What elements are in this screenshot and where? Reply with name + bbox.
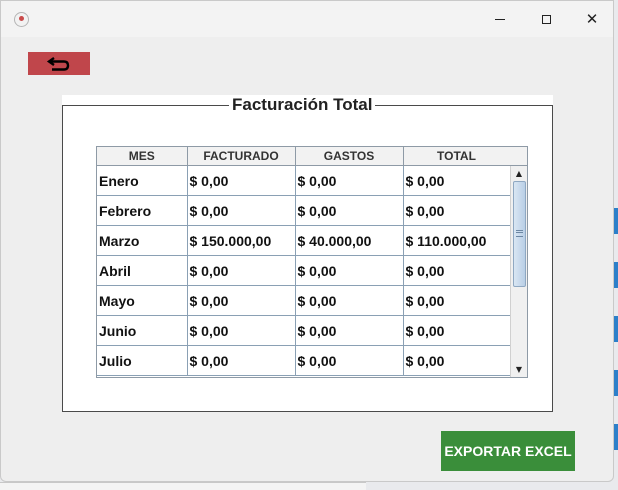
table-cell[interactable]: $ 150.000,00 (187, 225, 296, 256)
background-strip (614, 316, 618, 342)
table-cell[interactable]: $ 0,00 (403, 315, 511, 346)
app-window: ✕ Facturación Total MES FACTURADO GASTOS… (0, 0, 614, 482)
table-cell[interactable]: $ 110.000,00 (403, 225, 511, 256)
table-cell[interactable]: Abril (97, 255, 188, 286)
table-cell[interactable]: $ 0,00 (187, 315, 296, 346)
minimize-icon (495, 18, 505, 20)
background-strip (614, 370, 618, 396)
table-cell[interactable]: $ 0,00 (403, 195, 511, 226)
maximize-icon (541, 14, 551, 24)
table-cell[interactable]: $ 0,00 (403, 165, 511, 196)
table-cell[interactable]: $ 40.000,00 (295, 225, 404, 256)
table-cell[interactable]: $ 0,00 (403, 255, 511, 286)
table-cell[interactable]: Junio (97, 315, 188, 346)
table-row[interactable]: Julio $ 0,00 $ 0,00 $ 0,00 (97, 345, 511, 376)
scroll-down-arrow-icon[interactable]: ▼ (511, 362, 527, 377)
table-row[interactable]: Junio $ 0,00 $ 0,00 $ 0,00 (97, 315, 511, 346)
table-cell[interactable]: $ 0,00 (295, 165, 404, 196)
column-header-facturado[interactable]: FACTURADO (187, 147, 296, 166)
scrollbar-thumb[interactable] (513, 181, 526, 287)
billing-grid: MES FACTURADO GASTOS TOTAL Enero $ 0,00 … (97, 147, 511, 376)
column-header-total[interactable]: TOTAL (403, 147, 511, 166)
background-strip (614, 262, 618, 288)
column-header-gastos[interactable]: GASTOS (295, 147, 404, 166)
close-button[interactable]: ✕ (569, 1, 615, 37)
back-arrow-icon (46, 56, 70, 71)
title-bar[interactable]: ✕ (1, 1, 613, 37)
table-cell[interactable]: $ 0,00 (295, 345, 404, 376)
table-cell[interactable]: $ 0,00 (187, 195, 296, 226)
column-header-mes[interactable]: MES (97, 147, 188, 166)
table-cell[interactable]: Enero (97, 165, 188, 196)
close-icon: ✕ (585, 9, 599, 28)
export-excel-button[interactable]: EXPORTAR EXCEL (441, 431, 575, 471)
table-cell[interactable]: $ 0,00 (295, 315, 404, 346)
app-avatar-icon (14, 12, 29, 27)
table-cell[interactable]: Marzo (97, 225, 188, 256)
minimize-button[interactable] (477, 1, 523, 37)
scrollbar-grip-icon (516, 230, 523, 237)
table-cell[interactable]: Mayo (97, 285, 188, 316)
table-header-row: MES FACTURADO GASTOS TOTAL (97, 147, 511, 166)
table-cell[interactable]: Febrero (97, 195, 188, 226)
table-row[interactable]: Enero $ 0,00 $ 0,00 $ 0,00 (97, 165, 511, 196)
table-cell[interactable]: $ 0,00 (295, 255, 404, 286)
background-strip (614, 208, 618, 234)
vertical-scrollbar[interactable]: ▲ ▼ (510, 166, 527, 377)
billing-table[interactable]: MES FACTURADO GASTOS TOTAL Enero $ 0,00 … (96, 146, 528, 378)
table-row[interactable]: Abril $ 0,00 $ 0,00 $ 0,00 (97, 255, 511, 286)
table-cell[interactable]: $ 0,00 (187, 165, 296, 196)
table-cell[interactable]: $ 0,00 (403, 345, 511, 376)
table-cell[interactable]: $ 0,00 (187, 345, 296, 376)
table-cell[interactable]: Julio (97, 345, 188, 376)
table-header-corner (510, 147, 527, 166)
table-cell[interactable]: $ 0,00 (187, 285, 296, 316)
table-cell[interactable]: $ 0,00 (295, 195, 404, 226)
table-cell[interactable]: $ 0,00 (187, 255, 296, 286)
table-cell[interactable]: $ 0,00 (403, 285, 511, 316)
background-strip (614, 424, 618, 450)
maximize-button[interactable] (523, 1, 569, 37)
table-row[interactable]: Marzo $ 150.000,00 $ 40.000,00 $ 110.000… (97, 225, 511, 256)
table-row[interactable]: Febrero $ 0,00 $ 0,00 $ 0,00 (97, 195, 511, 226)
group-title: Facturación Total (229, 95, 376, 114)
table-row[interactable]: Mayo $ 0,00 $ 0,00 $ 0,00 (97, 285, 511, 316)
back-button[interactable] (28, 52, 90, 75)
table-cell[interactable]: $ 0,00 (295, 285, 404, 316)
scroll-up-arrow-icon[interactable]: ▲ (511, 166, 527, 181)
